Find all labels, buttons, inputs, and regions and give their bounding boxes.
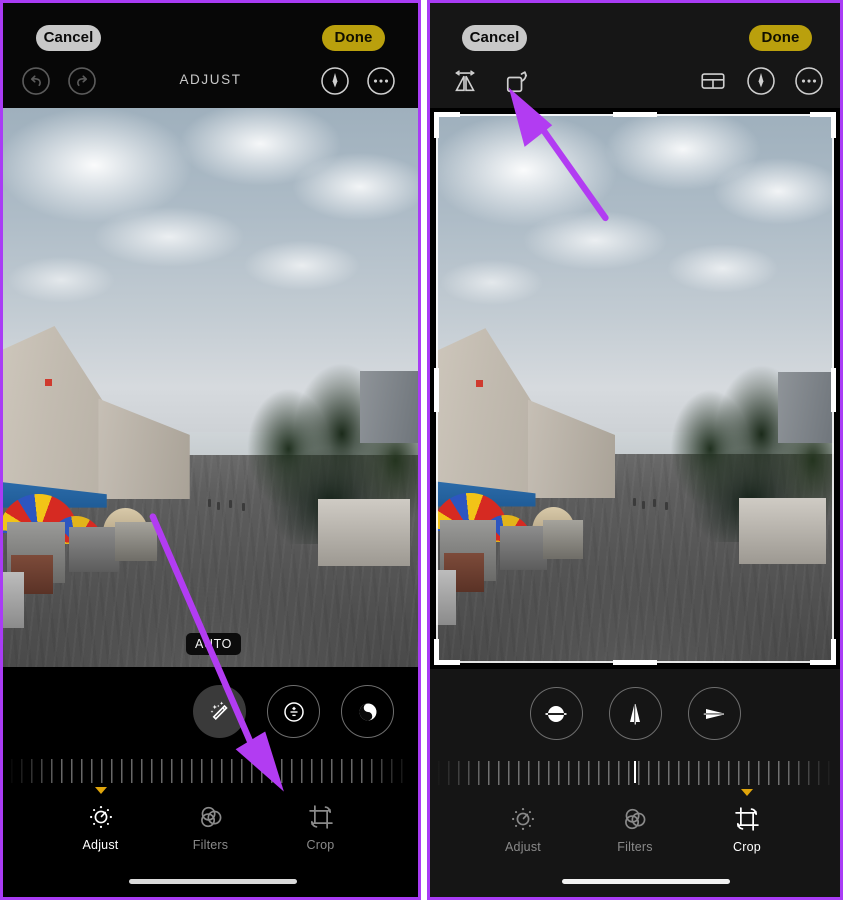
- selected-marker: [94, 787, 107, 794]
- intensity-slider[interactable]: [11, 759, 410, 783]
- distant-people: [206, 497, 256, 519]
- distant-people: [631, 496, 679, 518]
- auto-enhance-button[interactable]: [193, 685, 246, 738]
- tab-label: Filters: [192, 838, 229, 852]
- horizontal-perspective-button[interactable]: [687, 687, 741, 740]
- home-indicator: [129, 879, 297, 884]
- adjust-photo-area[interactable]: AUTO: [3, 108, 418, 667]
- crop-circle-row: [430, 687, 840, 740]
- cancel-button[interactable]: Cancel: [462, 25, 527, 51]
- red-flag: [475, 380, 483, 388]
- street-stall: [115, 521, 157, 561]
- tab-adjust[interactable]: Adjust: [487, 803, 559, 854]
- slider-needle: [634, 761, 636, 783]
- cancel-button[interactable]: Cancel: [36, 25, 101, 51]
- street-stall: [69, 527, 120, 572]
- crop-top-bar: Cancel Done: [430, 3, 840, 108]
- tab-label: Adjust: [505, 840, 541, 854]
- straighten-button[interactable]: [529, 687, 583, 740]
- auto-badge: AUTO: [186, 633, 241, 655]
- photo-street-scene[interactable]: AUTO: [3, 108, 418, 667]
- more-options-icon[interactable]: [366, 66, 396, 96]
- adjust-panel: Cancel Done ADJUST AUTO Adjust Filters C…: [0, 0, 421, 900]
- flip-horizontal-icon[interactable]: [450, 66, 480, 96]
- markup-pen-icon[interactable]: [320, 66, 350, 96]
- tab-filters[interactable]: Filters: [175, 801, 247, 852]
- photo-street-scene[interactable]: [436, 114, 834, 663]
- tab-label: Crop: [733, 840, 761, 854]
- adjust-bottom-controls: Adjust Filters Crop: [3, 667, 418, 897]
- adjust-circle-row: [3, 685, 418, 738]
- selected-marker: [741, 789, 753, 796]
- crop-tab-bar: Adjust Filters Crop: [430, 789, 840, 854]
- rotate-icon[interactable]: [502, 66, 532, 96]
- red-flag: [44, 379, 52, 387]
- right-building: [359, 370, 418, 444]
- crop-photo-area[interactable]: [430, 108, 840, 671]
- tab-filters[interactable]: Filters: [599, 803, 671, 854]
- street-stall: [499, 525, 548, 570]
- crop-panel: Cancel Done Adjust Filters Crop: [427, 0, 843, 900]
- redo-icon[interactable]: [67, 66, 97, 96]
- right-shop: [318, 499, 410, 567]
- more-options-icon[interactable]: [794, 66, 824, 96]
- crop-bottom-controls: Adjust Filters Crop: [430, 669, 840, 897]
- undo-icon[interactable]: [21, 66, 51, 96]
- done-button[interactable]: Done: [749, 25, 812, 51]
- done-button[interactable]: Done: [322, 25, 385, 51]
- adjust-tab-bar: Adjust Filters Crop: [3, 787, 418, 852]
- straighten-slider[interactable]: [438, 761, 832, 785]
- vertical-perspective-button[interactable]: [608, 687, 662, 740]
- right-shop: [738, 498, 827, 565]
- exposure-button[interactable]: [267, 685, 320, 738]
- adjust-tool-row: ADJUST: [3, 65, 418, 99]
- street-stall: [543, 520, 584, 559]
- markup-pen-icon[interactable]: [746, 66, 776, 96]
- slider-fade: [11, 759, 410, 783]
- screenshot-stage: Cancel Done ADJUST AUTO Adjust Filters C…: [0, 0, 843, 900]
- tab-crop[interactable]: Crop: [711, 789, 783, 854]
- street-stall: [436, 569, 456, 625]
- right-building: [778, 372, 834, 444]
- brilliance-button[interactable]: [341, 685, 394, 738]
- aspect-ratio-icon[interactable]: [698, 66, 728, 96]
- crop-tool-row: [430, 65, 840, 99]
- tab-label: Crop: [306, 838, 335, 852]
- adjust-top-bar: Cancel Done ADJUST: [3, 3, 418, 108]
- tab-crop[interactable]: Crop: [285, 801, 357, 852]
- tab-label: Adjust: [82, 838, 119, 852]
- tab-label: Filters: [617, 840, 653, 854]
- tab-adjust[interactable]: Adjust: [65, 787, 137, 852]
- street-stall: [3, 571, 24, 628]
- home-indicator: [562, 879, 730, 884]
- page-title: ADJUST: [179, 72, 242, 87]
